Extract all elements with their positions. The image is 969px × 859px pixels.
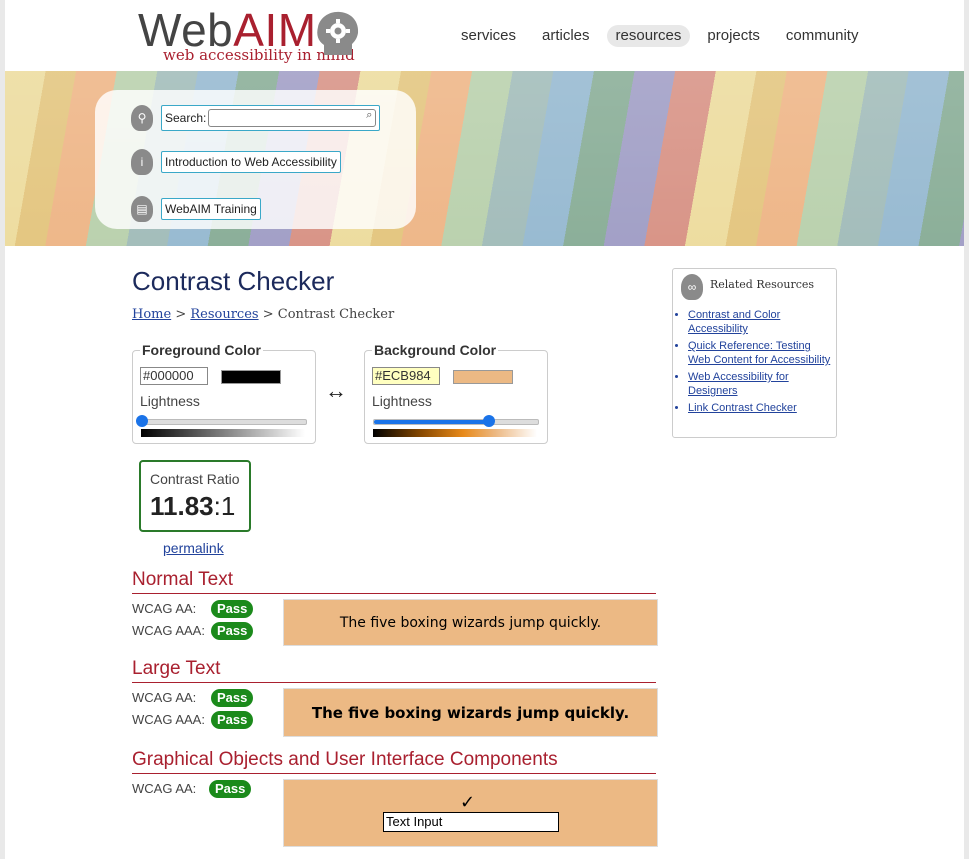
search-input[interactable]: ⌕ — [208, 109, 377, 127]
background-lightness-gradient — [373, 429, 537, 437]
breadcrumb-home[interactable]: Home — [132, 307, 171, 322]
foreground-fieldset: Foreground Color #000000 Lightness — [132, 342, 316, 444]
background-slider-fill — [374, 420, 489, 424]
head-gear-icon — [317, 11, 359, 55]
breadcrumb: Home > Resources > Contrast Checker — [132, 307, 394, 322]
checkmark-icon: ✓ — [460, 792, 476, 812]
nav-services[interactable]: services — [452, 25, 525, 47]
contrast-ratio-label: Contrast Ratio — [150, 471, 240, 487]
page: WebAIM web accessibility in mind service… — [5, 0, 964, 859]
related-link-contrast-color[interactable]: Contrast and Color Accessibility — [688, 309, 780, 335]
contrast-ratio-number: 11.83 — [150, 491, 214, 521]
intro-row: i Introduction to Web Accessibility — [131, 149, 341, 175]
graphical-aa-label: WCAG AA: — [132, 781, 197, 796]
search-icon: ⚲ — [131, 105, 153, 131]
large-aaa-label: WCAG AAA: — [132, 712, 205, 727]
large-text-sample: The five boxing wizards jump quickly. — [283, 688, 658, 737]
breadcrumb-separator: > — [171, 307, 191, 322]
background-legend: Background Color — [372, 342, 499, 358]
background-color-swatch[interactable] — [453, 370, 513, 384]
nav-articles[interactable]: articles — [533, 25, 599, 47]
background-fieldset: Background Color #ECB984 Lightness — [364, 342, 548, 444]
related-link-quick-reference[interactable]: Quick Reference: Testing Web Content for… — [688, 340, 830, 366]
training-icon: ▤ — [131, 196, 153, 222]
foreground-lightness-label: Lightness — [140, 393, 200, 409]
magnifier-icon[interactable]: ⌕ — [366, 109, 372, 122]
permalink-link[interactable]: permalink — [163, 540, 224, 556]
sample-text-input[interactable]: Text Input — [383, 812, 559, 832]
normal-aa-label: WCAG AA: — [132, 601, 197, 616]
normal-aa-status-badge: Pass — [211, 600, 254, 618]
nav-resources[interactable]: resources — [606, 25, 691, 47]
graphical-aa-status-badge: Pass — [209, 780, 252, 798]
background-hex-input[interactable]: #ECB984 — [372, 367, 440, 385]
related-resources-title: Related Resources — [710, 278, 815, 291]
swap-colors-icon[interactable]: ↔ — [325, 378, 347, 404]
large-aa-label: WCAG AA: — [132, 690, 197, 705]
normal-aaa-label: WCAG AAA: — [132, 623, 205, 638]
normal-text-sample: The five boxing wizards jump quickly. — [283, 599, 658, 646]
related-link-designers[interactable]: Web Accessibility for Designers — [688, 371, 789, 397]
foreground-slider-thumb[interactable] — [136, 415, 148, 427]
nav-community[interactable]: community — [777, 25, 868, 47]
foreground-legend: Foreground Color — [140, 342, 263, 358]
list-item: Web Accessibility for Designers — [688, 370, 833, 398]
contrast-ratio-suffix: :1 — [213, 491, 236, 521]
intro-link[interactable]: Introduction to Web Accessibility — [161, 151, 341, 173]
related-resources-box: ∞ Related Resources Contrast and Color A… — [672, 268, 837, 438]
search-row: ⚲ Search: ⌕ — [131, 105, 381, 131]
background-lightness-label: Lightness — [372, 393, 432, 409]
webaim-logo[interactable]: WebAIM web accessibility in mind — [138, 5, 368, 65]
normal-text-heading: Normal Text — [132, 569, 656, 594]
list-item: Link Contrast Checker — [688, 401, 833, 415]
background-lightness-slider[interactable] — [373, 415, 539, 427]
contrast-ratio-box: Contrast Ratio 11.83:1 — [139, 460, 251, 532]
list-item: Quick Reference: Testing Web Content for… — [688, 339, 833, 367]
page-title: Contrast Checker — [132, 266, 335, 296]
foreground-lightness-gradient — [141, 429, 305, 437]
search-box: Search: ⌕ — [161, 105, 381, 131]
foreground-color-swatch[interactable] — [221, 370, 281, 384]
graphical-objects-heading: Graphical Objects and User Interface Com… — [132, 749, 656, 774]
related-link-link-contrast[interactable]: Link Contrast Checker — [688, 402, 797, 414]
large-aa-status-badge: Pass — [211, 689, 254, 707]
large-text-heading: Large Text — [132, 658, 656, 683]
contrast-ratio-value: 11.83:1 — [150, 491, 235, 522]
link-icon: ∞ — [681, 274, 703, 300]
quick-links-panel: ⚲ Search: ⌕ i Introduction to Web Access… — [95, 90, 416, 229]
large-aaa-status-badge: Pass — [211, 711, 254, 729]
foreground-hex-input[interactable]: #000000 — [140, 367, 208, 385]
background-slider-thumb[interactable] — [482, 415, 495, 427]
related-resources-list: Contrast and Color Accessibility Quick R… — [678, 308, 833, 418]
nav-projects[interactable]: projects — [698, 25, 769, 47]
foreground-lightness-slider[interactable] — [136, 415, 307, 427]
breadcrumb-resources[interactable]: Resources — [190, 307, 258, 322]
breadcrumb-separator: > — [258, 307, 278, 322]
main-nav: services articles resources projects com… — [452, 25, 867, 47]
info-icon: i — [131, 149, 153, 175]
list-item: Contrast and Color Accessibility — [688, 308, 833, 336]
breadcrumb-current: Contrast Checker — [277, 307, 395, 322]
search-label: Search: — [165, 111, 207, 125]
training-row: ▤ WebAIM Training — [131, 196, 261, 222]
normal-aaa-status-badge: Pass — [211, 622, 254, 640]
training-link[interactable]: WebAIM Training — [161, 198, 261, 220]
